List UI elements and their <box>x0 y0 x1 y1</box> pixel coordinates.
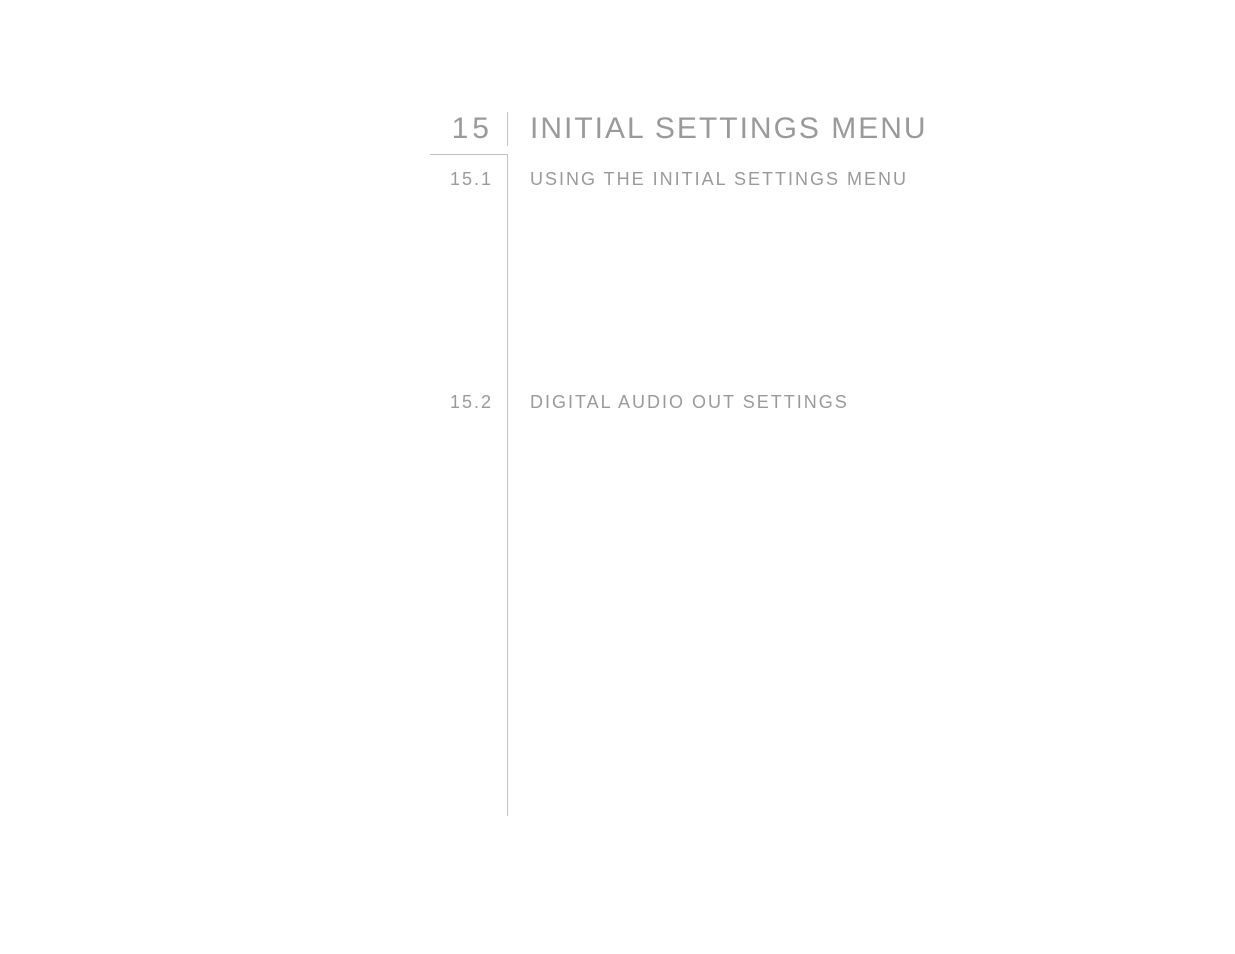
section-title-column: DIGITAL AUDIO OUT SETTINGS <box>508 378 849 421</box>
section-number-column: 15.1 <box>430 155 508 198</box>
vertical-rule-segment <box>430 198 508 378</box>
section-spacer-2 <box>430 421 1130 816</box>
chapter-number: 15 <box>452 112 493 145</box>
section-spacer-1 <box>430 198 1130 378</box>
section-number: 15.2 <box>450 392 493 412</box>
chapter-heading-row: 15 INITIAL SETTINGS MENU <box>430 112 1130 146</box>
chapter-title-column: INITIAL SETTINGS MENU <box>508 112 928 146</box>
section-title: DIGITAL AUDIO OUT SETTINGS <box>530 392 849 412</box>
section-row-1: 15.1 USING THE INITIAL SETTINGS MENU <box>430 155 1130 198</box>
document-page: 15 INITIAL SETTINGS MENU 15.1 USING THE … <box>430 112 1130 816</box>
section-row-2: 15.2 DIGITAL AUDIO OUT SETTINGS <box>430 378 1130 421</box>
chapter-title: INITIAL SETTINGS MENU <box>530 112 928 145</box>
section-number-column: 15.2 <box>430 378 508 421</box>
chapter-number-column: 15 <box>430 112 508 146</box>
vertical-rule-segment <box>430 421 508 816</box>
section-title-column: USING THE INITIAL SETTINGS MENU <box>508 155 908 198</box>
section-number: 15.1 <box>450 169 493 189</box>
section-title: USING THE INITIAL SETTINGS MENU <box>530 169 908 189</box>
